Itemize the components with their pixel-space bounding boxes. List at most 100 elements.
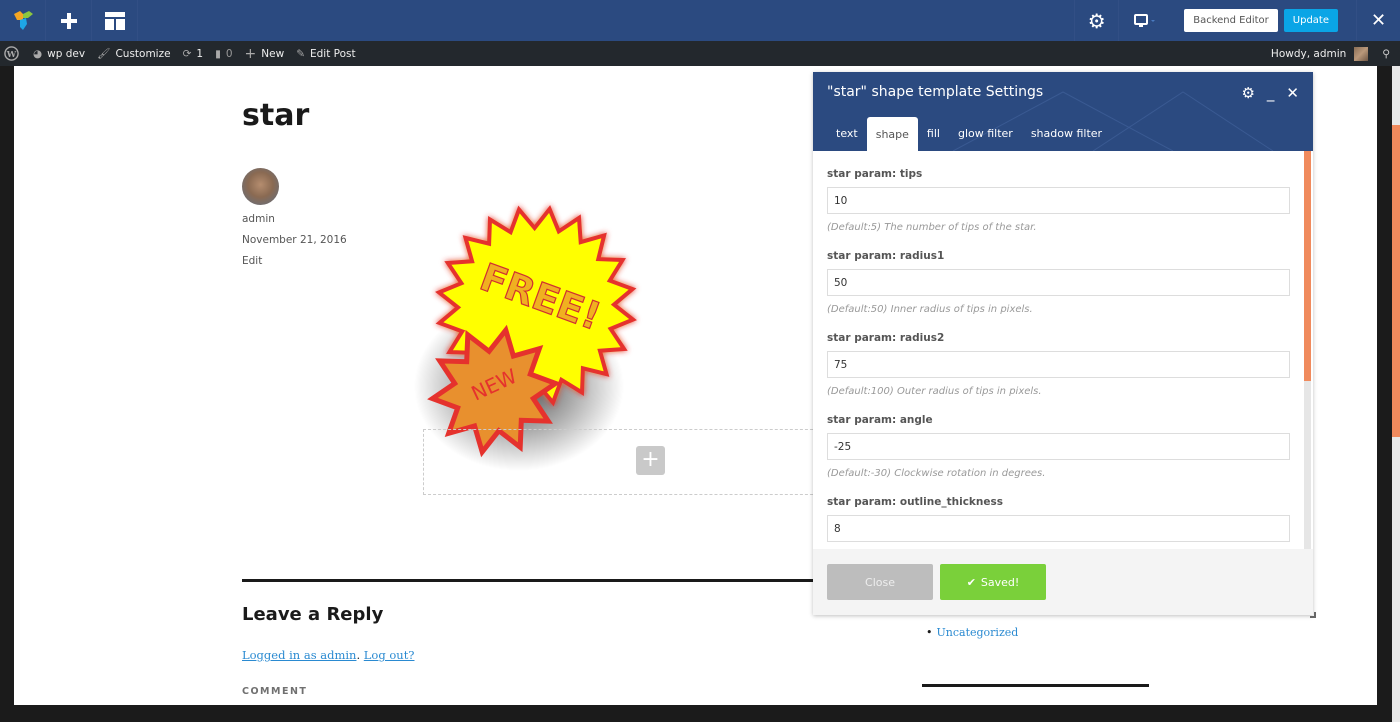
field-angle: star param: angle -25 (Default:-30) Cloc… xyxy=(827,414,1303,479)
brush-icon: 🖌 xyxy=(97,48,111,60)
category-list: • Uncategorized xyxy=(926,626,1018,639)
responsive-preview-button[interactable] xyxy=(1118,0,1170,41)
comments-link[interactable]: ▮ 0 xyxy=(215,48,232,60)
admin-avatar[interactable] xyxy=(1354,46,1369,61)
dashboard-icon: ◕ xyxy=(33,47,43,60)
plus-icon xyxy=(60,12,77,29)
page-settings-button[interactable]: ⚙ xyxy=(1074,0,1118,41)
sidebar-divider xyxy=(922,684,1149,687)
panel-scrollbar[interactable] xyxy=(1304,151,1311,549)
empty-row-placeholder: + xyxy=(423,429,823,495)
composer-toolbar: ⚙ Backend Editor Update ✕ xyxy=(0,0,1400,41)
wp-admin-bar: W ◕ wp dev 🖌 Customize ⟳ 1 ▮ 0 + New ✎ E… xyxy=(0,41,1400,66)
post-title: star xyxy=(242,98,310,133)
pencil-icon: ✎ xyxy=(296,47,305,60)
field-help: (Default:100) Outer radius of tips in pi… xyxy=(827,386,1042,397)
post-author[interactable]: admin xyxy=(242,213,275,225)
save-label: Saved! xyxy=(980,575,1020,589)
resize-handle[interactable] xyxy=(1310,612,1316,618)
svg-text:W: W xyxy=(6,49,17,59)
comments-count: 0 xyxy=(225,47,233,60)
settings-panel: "star" shape template Settings ⚙ _ ✕ tex… xyxy=(813,72,1316,618)
updates-count: 1 xyxy=(196,47,204,60)
radius2-input[interactable]: 75 xyxy=(827,351,1290,378)
field-radius1: star param: radius1 50 (Default:50) Inne… xyxy=(827,250,1303,315)
new-content-link[interactable]: + New xyxy=(245,46,285,62)
templates-button[interactable] xyxy=(92,0,138,41)
search-icon[interactable]: ⚲ xyxy=(1382,48,1390,60)
field-help: (Default:5) The number of tips of the st… xyxy=(827,222,1037,233)
logged-in-link[interactable]: Logged in as admin xyxy=(242,648,356,662)
checkmark-icon: ✔ xyxy=(966,575,976,589)
post-edit-link[interactable]: Edit xyxy=(242,255,262,267)
field-label: star param: radius2 xyxy=(827,332,945,344)
author-avatar[interactable] xyxy=(242,168,279,205)
site-name-link[interactable]: ◕ wp dev xyxy=(33,48,85,60)
page-scrollbar[interactable] xyxy=(1392,66,1400,722)
category-link[interactable]: Uncategorized xyxy=(937,626,1019,639)
update-button[interactable]: Update xyxy=(1283,9,1338,32)
tab-glow-filter[interactable]: glow filter xyxy=(949,115,1022,151)
tab-text[interactable]: text xyxy=(827,115,867,151)
bullet: • xyxy=(926,626,933,639)
panel-header[interactable]: "star" shape template Settings ⚙ _ ✕ tex… xyxy=(813,72,1313,151)
edit-post-label: Edit Post xyxy=(310,47,356,60)
comment-bubble-icon: ▮ xyxy=(215,47,221,60)
refresh-icon: ⟳ xyxy=(182,47,192,60)
close-icon[interactable]: ✕ xyxy=(1286,84,1299,102)
add-element-button[interactable] xyxy=(46,0,92,41)
gear-icon[interactable]: ⚙ xyxy=(1241,84,1254,102)
separator: . xyxy=(356,648,361,662)
panel-tabs: text shape fill glow filter shadow filte… xyxy=(827,115,1111,151)
field-label: star param: tips xyxy=(827,168,923,180)
comment-label: COMMENT xyxy=(242,686,308,697)
edit-post-link[interactable]: ✎ Edit Post xyxy=(296,48,355,60)
field-radius2: star param: radius2 75 (Default:100) Out… xyxy=(827,332,1303,397)
field-help: (Default:-30) Clockwise rotation in degr… xyxy=(827,468,1046,479)
logged-in-line: Logged in as admin. Log out? xyxy=(242,648,414,662)
divider xyxy=(242,579,814,582)
panel-scrollbar-thumb[interactable] xyxy=(1304,151,1311,381)
plus-icon: + xyxy=(244,45,257,62)
close-icon: ✕ xyxy=(1370,10,1387,31)
page-scrollbar-thumb[interactable] xyxy=(1392,125,1400,437)
reply-title: Leave a Reply xyxy=(242,604,384,625)
close-button[interactable]: Close xyxy=(827,564,933,600)
tab-shape[interactable]: shape xyxy=(866,117,918,151)
monitor-icon xyxy=(1133,13,1155,27)
angle-input[interactable]: -25 xyxy=(827,433,1290,460)
customize-label: Customize xyxy=(115,47,171,60)
site-name: wp dev xyxy=(47,47,86,60)
wordpress-icon: W xyxy=(4,46,19,61)
post-date[interactable]: November 21, 2016 xyxy=(242,234,347,246)
field-label: star param: angle xyxy=(827,414,933,426)
backend-editor-button[interactable]: Backend Editor xyxy=(1184,9,1278,32)
field-outline-thickness: star param: outline_thickness 8 (Default… xyxy=(827,496,1303,549)
howdy-account-link[interactable]: Howdy, admin xyxy=(1271,48,1346,60)
customize-link[interactable]: 🖌 Customize xyxy=(97,47,171,61)
tips-input[interactable]: 10 xyxy=(827,187,1290,214)
logout-link[interactable]: Log out? xyxy=(364,648,415,662)
minimize-icon[interactable]: _ xyxy=(1267,84,1275,102)
templates-layout-icon xyxy=(104,11,125,30)
tab-fill[interactable]: fill xyxy=(918,115,949,151)
outline-thickness-input[interactable]: 8 xyxy=(827,515,1290,542)
close-editor-button[interactable]: ✕ xyxy=(1356,0,1400,41)
field-label: star param: outline_thickness xyxy=(827,496,1003,508)
updates-link[interactable]: ⟳ 1 xyxy=(183,48,204,60)
gear-icon: ⚙ xyxy=(1087,8,1106,33)
panel-body: star param: tips 10 (Default:5) The numb… xyxy=(813,151,1303,549)
wp-logo-button[interactable]: W xyxy=(4,46,19,61)
field-tips: star param: tips 10 (Default:5) The numb… xyxy=(827,168,1303,233)
panel-title: "star" shape template Settings xyxy=(827,84,1044,100)
radius1-input[interactable]: 50 xyxy=(827,269,1290,296)
field-label: star param: radius1 xyxy=(827,250,945,262)
save-button[interactable]: ✔ Saved! xyxy=(940,564,1046,600)
visual-composer-logo-icon xyxy=(13,10,33,30)
add-element-button[interactable]: + xyxy=(636,446,665,475)
tab-shadow-filter[interactable]: shadow filter xyxy=(1022,115,1111,151)
panel-footer: Close ✔ Saved! xyxy=(813,549,1313,615)
composer-logo[interactable] xyxy=(0,0,46,41)
new-label: New xyxy=(261,47,285,60)
field-help: (Default:50) Inner radius of tips in pix… xyxy=(827,304,1033,315)
